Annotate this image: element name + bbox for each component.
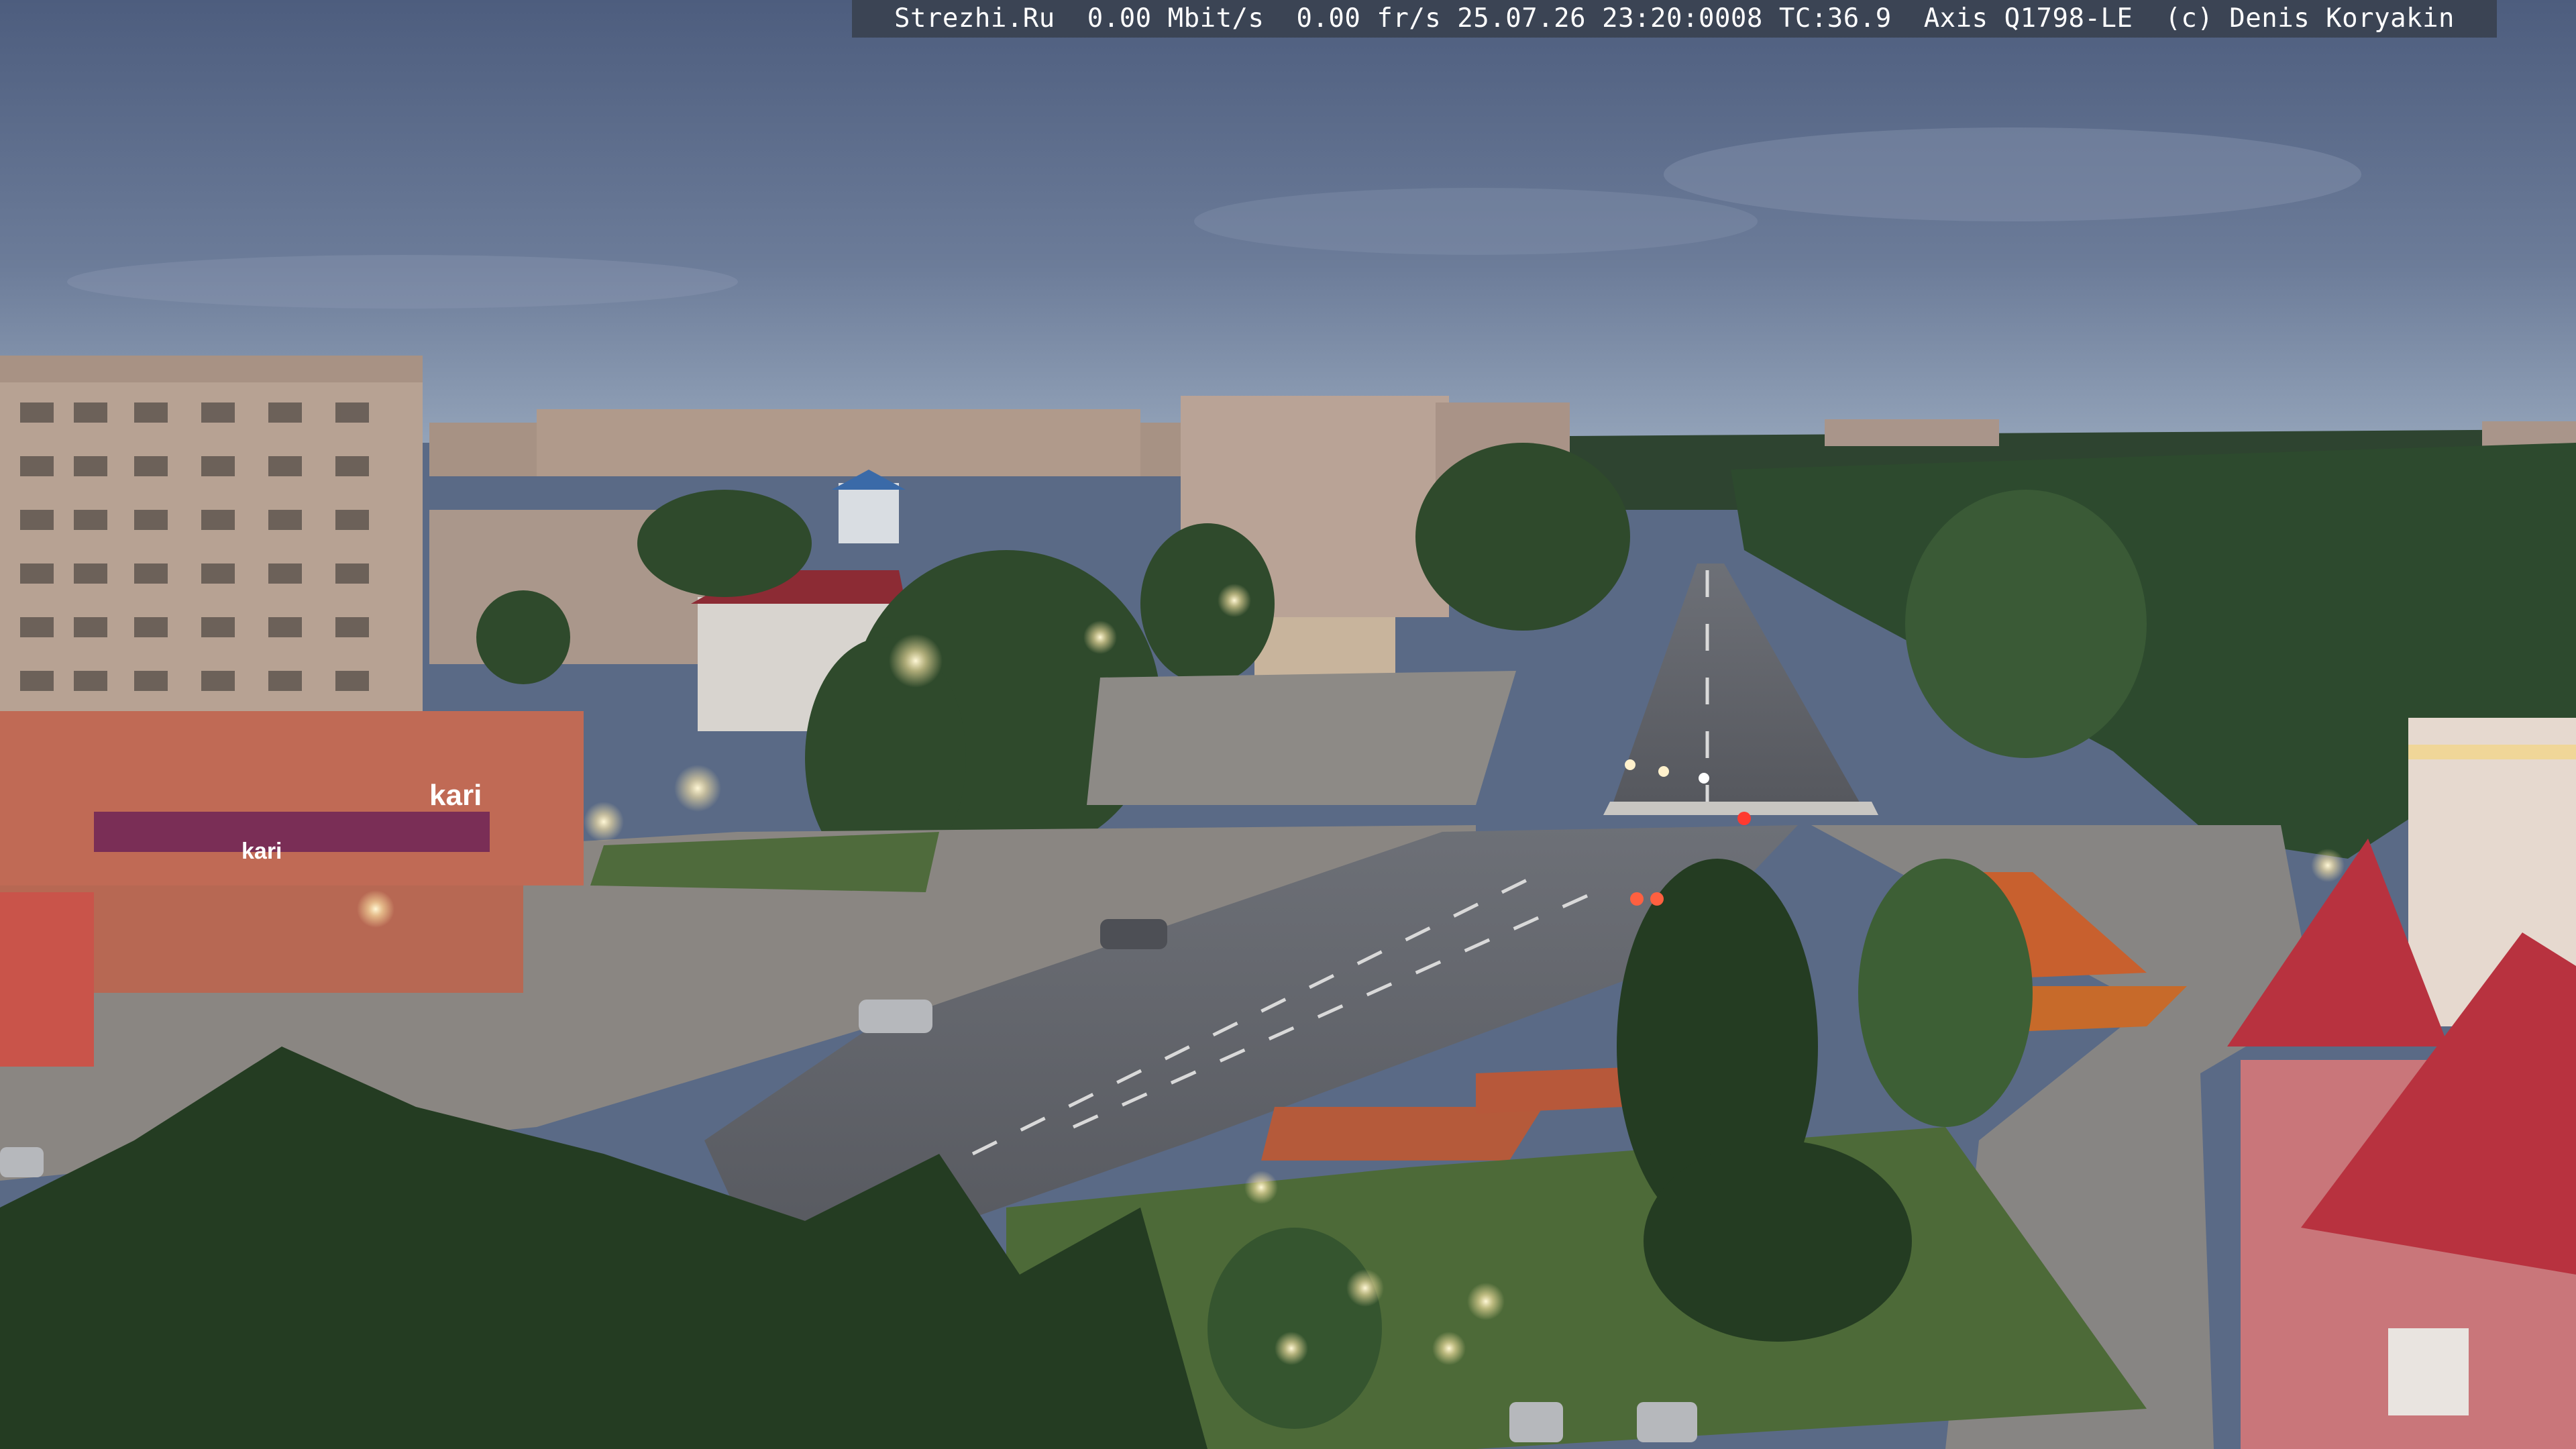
birch-tree <box>1905 490 2147 758</box>
store-sign: kari <box>429 779 482 812</box>
plaza-upper <box>1087 671 1516 805</box>
cloud <box>1194 188 1758 255</box>
tower-kiosk <box>839 483 899 543</box>
cloud <box>1664 127 2361 221</box>
camera-info-overlay: Strezhi.Ru 0.00 Mbit/s 0.00 fr/s 25.07.2… <box>852 0 2497 38</box>
pavilion <box>1254 617 1395 678</box>
cloud <box>67 255 738 309</box>
main-avenue <box>1610 564 1865 812</box>
store-sign-small: kari <box>241 839 282 864</box>
webcam-scene: kari kari Strezhi.Ru 0.00 Mbit/s 0.00 fr… <box>0 0 2576 1449</box>
city-view: kari kari <box>0 0 2576 1449</box>
